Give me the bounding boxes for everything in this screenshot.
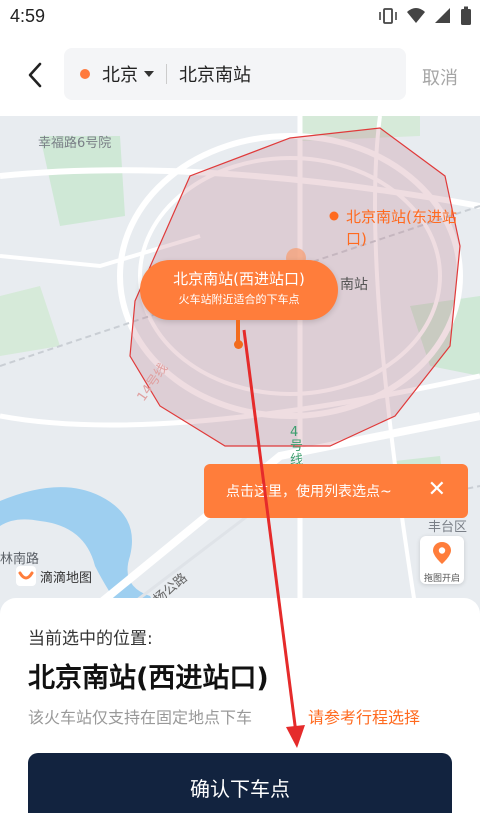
station-note: 该火车站仅支持在固定地点下车 [28, 708, 253, 727]
bottom-sheet: 当前选中的位置: 北京南站(西进站口) 该火车站仅支持在固定地点下车 请参考行程… [0, 598, 480, 813]
vibrate-icon [379, 8, 397, 24]
location-pin-icon [433, 542, 451, 564]
map-label-station: 南站 [340, 277, 368, 293]
drag-map-label: 拖图开启 [423, 574, 460, 584]
battery-icon [461, 6, 471, 25]
pin-dot [234, 340, 243, 349]
bubble-title: 北京南站(西进站口) [173, 270, 305, 288]
wifi-icon [407, 8, 425, 23]
drag-map-button[interactable]: 拖图开启 [420, 536, 464, 584]
current-location-label: 当前选中的位置: [28, 629, 153, 649]
location-dot-icon [80, 69, 90, 79]
map-logo: 滴滴地图 [16, 566, 92, 586]
status-bar: 4:59 [0, 0, 480, 34]
search-box: 北京 [64, 48, 406, 100]
tip-text: 点击这里，使用列表选点~ [226, 484, 392, 500]
chevron-left-icon [28, 62, 42, 88]
close-icon[interactable]: ✕ [428, 478, 446, 502]
logo-text: 滴滴地图 [40, 570, 93, 586]
dropoff-bubble[interactable]: 北京南站(西进站口) 火车站附近适合的下车点 [140, 260, 338, 320]
list-select-tip[interactable]: 点击这里，使用列表选点~ ✕ [204, 464, 468, 518]
status-time: 4:59 [10, 6, 46, 26]
confirm-dropoff-button[interactable]: 确认下车点 [28, 753, 452, 813]
status-icons [378, 6, 472, 26]
map-label-road-south: 林南路 [0, 552, 40, 567]
signal-icon [435, 8, 450, 23]
map-view[interactable]: 幸福路6号院 南站 14号线 4号线 林南路 丰台区 杨公路 北京南站(东进站口… [0, 116, 480, 636]
back-button[interactable] [18, 58, 52, 92]
bubble-subtitle: 火车站附近适合的下车点 [178, 293, 300, 306]
cancel-button[interactable]: 取消 [422, 64, 458, 90]
caret-down-icon[interactable] [144, 71, 154, 77]
didi-logo-icon [16, 566, 36, 586]
divider [166, 64, 167, 84]
map-base [0, 116, 480, 636]
search-input[interactable] [179, 63, 379, 85]
current-location-name: 北京南站(西进站口) [28, 663, 269, 694]
map-label-street: 幸福路6号院 [38, 136, 112, 151]
poi-east-entrance[interactable]: 北京南站(东进站口) [346, 206, 458, 250]
top-bar: 北京 取消 [0, 34, 480, 116]
trip-reference-link[interactable]: 请参考行程选择 [308, 704, 420, 728]
map-label-area: 丰台区 [428, 520, 468, 535]
map-label-line4: 4号线 [290, 425, 304, 468]
city-selector[interactable]: 北京 [102, 61, 138, 87]
